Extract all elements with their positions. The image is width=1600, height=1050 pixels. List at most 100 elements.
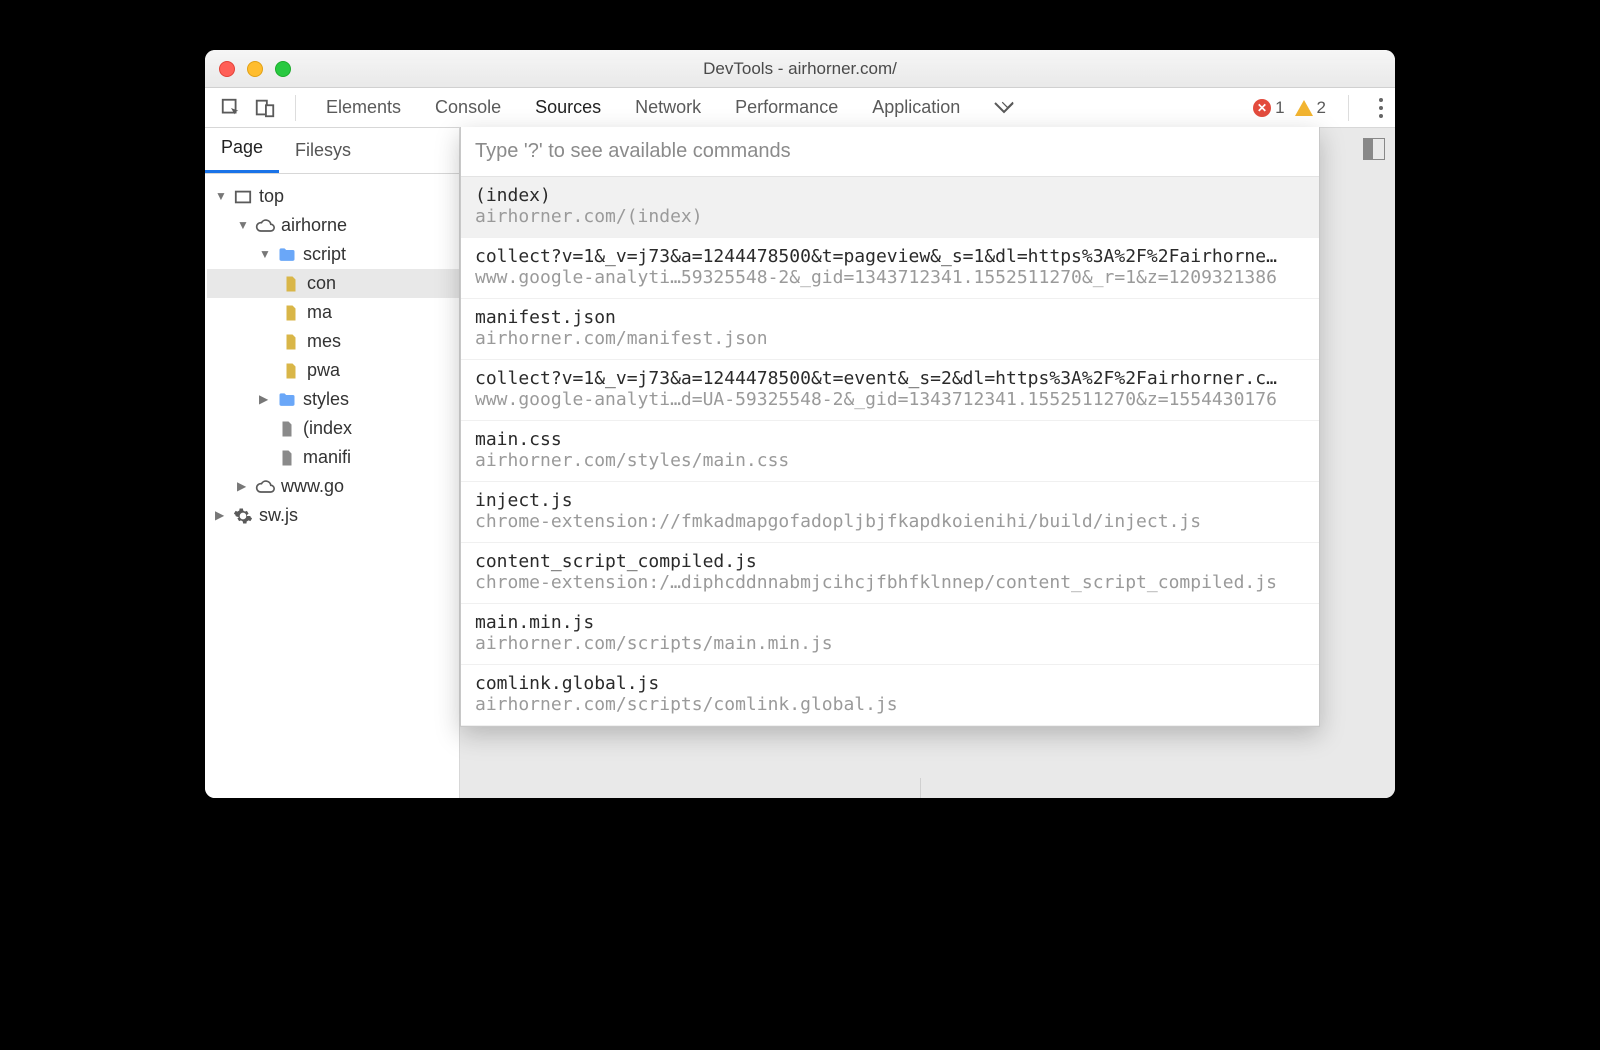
folder-icon bbox=[277, 245, 297, 265]
tree-label: pwa bbox=[307, 360, 340, 381]
tree-frame-top[interactable]: ▼ top bbox=[207, 182, 459, 211]
tree-service-worker[interactable]: ▶ sw.js bbox=[207, 501, 459, 530]
tree-file[interactable]: con bbox=[207, 269, 459, 298]
result-item[interactable]: main.min.js airhorner.com/scripts/main.m… bbox=[461, 604, 1319, 665]
file-icon bbox=[281, 361, 301, 381]
tree-label: top bbox=[259, 186, 284, 207]
error-count[interactable]: ✕ 1 2 bbox=[1253, 98, 1326, 118]
tab-performance[interactable]: Performance bbox=[735, 97, 838, 118]
tab-sources[interactable]: Sources bbox=[535, 97, 601, 118]
result-sub: airhorner.com/manifest.json bbox=[475, 328, 1305, 349]
tree-domain-airhorner[interactable]: ▼ airhorne bbox=[207, 211, 459, 240]
error-icon: ✕ bbox=[1253, 99, 1271, 117]
result-sub: airhorner.com/(index) bbox=[475, 206, 1305, 227]
result-title: collect?v=1&_v=j73&a=1244478500&t=event&… bbox=[475, 368, 1305, 389]
subtab-page[interactable]: Page bbox=[205, 127, 279, 173]
result-title: inject.js bbox=[475, 490, 1305, 511]
result-sub: airhorner.com/scripts/comlink.global.js bbox=[475, 694, 1305, 715]
tree-domain-google[interactable]: ▶ www.go bbox=[207, 472, 459, 501]
sources-sidebar: Page Filesys ▼ top ▼ airhorne ▼ scrip bbox=[205, 128, 460, 798]
tab-elements[interactable]: Elements bbox=[326, 97, 401, 118]
tree-folder-styles[interactable]: ▶ styles bbox=[207, 385, 459, 414]
vertical-splitter[interactable] bbox=[920, 778, 921, 798]
tree-file[interactable]: mes bbox=[207, 327, 459, 356]
file-tree: ▼ top ▼ airhorne ▼ script con bbox=[205, 174, 459, 530]
result-title: main.min.js bbox=[475, 612, 1305, 633]
result-item[interactable]: collect?v=1&_v=j73&a=1244478500&t=event&… bbox=[461, 360, 1319, 421]
devtools-window: DevTools - airhorner.com/ Elements Conso… bbox=[205, 50, 1395, 798]
device-toggle-icon[interactable] bbox=[251, 94, 279, 122]
command-input[interactable] bbox=[475, 140, 1305, 163]
result-sub: www.google-analyti…d=UA-59325548-2&_gid=… bbox=[475, 389, 1305, 410]
result-item[interactable]: (index) airhorner.com/(index) bbox=[461, 177, 1319, 238]
result-title: collect?v=1&_v=j73&a=1244478500&t=pagevi… bbox=[475, 246, 1305, 267]
result-title: content_script_compiled.js bbox=[475, 551, 1305, 572]
caret-right-icon: ▶ bbox=[237, 479, 249, 493]
file-icon bbox=[281, 303, 301, 323]
result-title: main.css bbox=[475, 429, 1305, 450]
cloud-icon bbox=[255, 216, 275, 236]
result-item[interactable]: comlink.global.js airhorner.com/scripts/… bbox=[461, 665, 1319, 726]
result-item[interactable]: collect?v=1&_v=j73&a=1244478500&t=pagevi… bbox=[461, 238, 1319, 299]
inspect-icon[interactable] bbox=[217, 94, 245, 122]
result-item[interactable]: content_script_compiled.js chrome-extens… bbox=[461, 543, 1319, 604]
tab-console[interactable]: Console bbox=[435, 97, 501, 118]
sidebar-tabs: Page Filesys bbox=[205, 128, 459, 174]
settings-menu-icon[interactable] bbox=[1379, 98, 1383, 118]
caret-down-icon: ▼ bbox=[237, 218, 249, 232]
file-icon bbox=[277, 419, 297, 439]
warning-number: 2 bbox=[1317, 98, 1326, 118]
main-tabbar: Elements Console Sources Network Perform… bbox=[205, 88, 1395, 128]
result-sub: airhorner.com/scripts/main.min.js bbox=[475, 633, 1305, 654]
titlebar: DevTools - airhorner.com/ bbox=[205, 50, 1395, 88]
divider bbox=[1348, 95, 1349, 121]
tab-application[interactable]: Application bbox=[872, 97, 960, 118]
toggle-pane-icon[interactable] bbox=[1363, 138, 1385, 160]
result-item[interactable]: main.css airhorner.com/styles/main.css bbox=[461, 421, 1319, 482]
divider bbox=[295, 95, 296, 121]
tree-file[interactable]: pwa bbox=[207, 356, 459, 385]
folder-icon bbox=[277, 390, 297, 410]
result-sub: airhorner.com/styles/main.css bbox=[475, 450, 1305, 471]
file-icon bbox=[277, 448, 297, 468]
frame-icon bbox=[233, 187, 253, 207]
command-input-wrap bbox=[461, 127, 1319, 177]
caret-right-icon: ▶ bbox=[259, 392, 271, 406]
tree-label: mes bbox=[307, 331, 341, 352]
cloud-icon bbox=[255, 477, 275, 497]
result-sub: chrome-extension:/…diphcddnnabmjcihcjfbh… bbox=[475, 572, 1305, 593]
tree-label: airhorne bbox=[281, 215, 347, 236]
warning-icon bbox=[1295, 100, 1313, 116]
tree-label: styles bbox=[303, 389, 349, 410]
window-title: DevTools - airhorner.com/ bbox=[205, 59, 1395, 79]
panel-tabs: Elements Console Sources Network Perform… bbox=[326, 97, 960, 118]
caret-down-icon: ▼ bbox=[259, 247, 271, 261]
file-icon bbox=[281, 332, 301, 352]
tree-label: sw.js bbox=[259, 505, 298, 526]
editor-area: (index) airhorner.com/(index) collect?v=… bbox=[460, 128, 1395, 798]
command-menu: (index) airhorner.com/(index) collect?v=… bbox=[460, 127, 1320, 727]
result-sub: chrome-extension://fmkadmapgofadopljbjfk… bbox=[475, 511, 1305, 532]
result-title: (index) bbox=[475, 185, 1305, 206]
tab-network[interactable]: Network bbox=[635, 97, 701, 118]
tree-file[interactable]: ma bbox=[207, 298, 459, 327]
more-tabs-icon[interactable] bbox=[990, 94, 1018, 122]
result-item[interactable]: inject.js chrome-extension://fmkadmapgof… bbox=[461, 482, 1319, 543]
tree-file-manifest[interactable]: ▶ manifi bbox=[207, 443, 459, 472]
tree-label: script bbox=[303, 244, 346, 265]
panel-body: Page Filesys ▼ top ▼ airhorne ▼ scrip bbox=[205, 128, 1395, 798]
tree-label: www.go bbox=[281, 476, 344, 497]
result-sub: www.google-analyti…59325548-2&_gid=13437… bbox=[475, 267, 1305, 288]
tree-label: manifi bbox=[303, 447, 351, 468]
subtab-filesystem[interactable]: Filesys bbox=[279, 130, 367, 173]
file-icon bbox=[281, 274, 301, 294]
tree-label: ma bbox=[307, 302, 332, 323]
tree-file-index[interactable]: ▶ (index bbox=[207, 414, 459, 443]
tree-label: (index bbox=[303, 418, 352, 439]
command-results: (index) airhorner.com/(index) collect?v=… bbox=[461, 177, 1319, 726]
gear-icon bbox=[233, 506, 253, 526]
caret-down-icon: ▼ bbox=[215, 189, 227, 203]
tree-folder-scripts[interactable]: ▼ script bbox=[207, 240, 459, 269]
result-item[interactable]: manifest.json airhorner.com/manifest.jso… bbox=[461, 299, 1319, 360]
result-title: manifest.json bbox=[475, 307, 1305, 328]
